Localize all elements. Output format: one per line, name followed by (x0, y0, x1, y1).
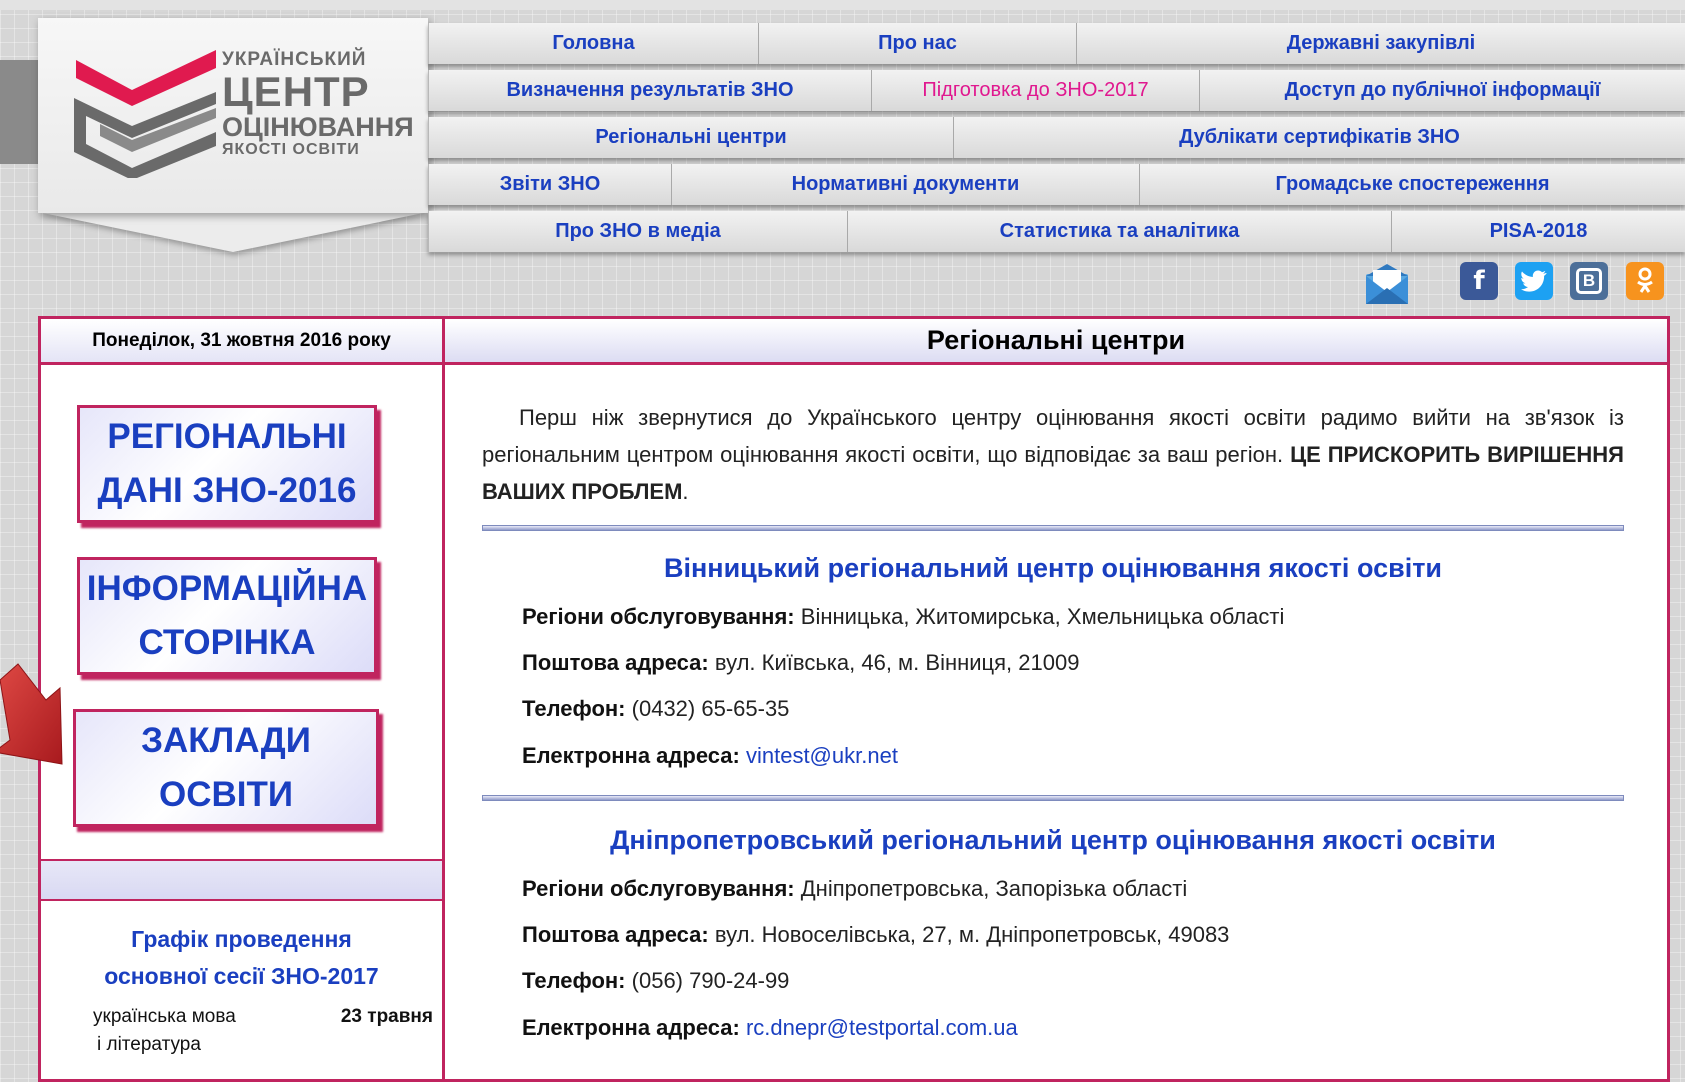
center-phone: Телефон: (056) 790-24-99 (522, 968, 789, 994)
nav-row-5: Про ЗНО в медіа Статистика та аналітика … (428, 211, 1685, 252)
odnoklassniki-icon[interactable] (1626, 262, 1664, 300)
center-email: Електронна адреса: rc.dnepr@testportal.c… (522, 1015, 1018, 1041)
center-phone: Телефон: (0432) 65-65-35 (522, 696, 789, 722)
email-link[interactable]: rc.dnepr@testportal.com.ua (746, 1015, 1018, 1040)
nav-public-observation[interactable]: Громадське спостереження (1140, 164, 1685, 205)
logo-line-4: ЯКОСТІ ОСВІТИ (222, 141, 360, 158)
phone-label: Телефон: (522, 696, 626, 721)
logo-text: УКРАЇНСЬКИЙ ЦЕНТР ОЦІНЮВАННЯ ЯКОСТІ ОСВІ… (222, 50, 414, 158)
center-address: Поштова адреса: вул. Новоселівська, 27, … (522, 922, 1229, 948)
regional-data-button[interactable]: РЕГІОНАЛЬНІ ДАНІ ЗНО-2016 (77, 405, 377, 523)
nav-pisa[interactable]: PISA-2018 (1392, 211, 1685, 252)
nav-row-1: Головна Про нас Державні закупівлі (428, 23, 1685, 64)
address-value: вул. Київська, 46, м. Вінниця, 21009 (714, 650, 1080, 675)
separator (482, 525, 1624, 531)
phone-value: (056) 790-24-99 (631, 968, 790, 993)
nav-results[interactable]: Визначення результатів ЗНО (429, 70, 872, 111)
sidebar-divider-strip (41, 859, 442, 901)
address-label: Поштова адреса: (522, 922, 709, 947)
schedule-date: 23 травня (340, 1006, 433, 1027)
institutions-button[interactable]: ЗАКЛАДИ ОСВІТИ (73, 709, 379, 827)
center-regions: Регіони обслуговування: Дніпропетровська… (522, 876, 1187, 902)
logo-line-1: УКРАЇНСЬКИЙ (222, 49, 367, 70)
nav-row-3: Регіональні центри Дублікати сертифікаті… (428, 117, 1685, 158)
schedule-title-line-1: Графік проведення (131, 926, 352, 952)
regional-data-line-1: РЕГІОНАЛЬНІ (107, 417, 347, 456)
center-address: Поштова адреса: вул. Київська, 46, м. Ві… (522, 650, 1079, 676)
top-band (0, 0, 1685, 10)
facebook-glyph: f (1460, 262, 1498, 300)
info-page-line-1: ІНФОРМАЦІЙНА (86, 569, 368, 608)
logo-ribbon-tail (38, 212, 428, 252)
nav-about[interactable]: Про нас (759, 23, 1077, 64)
phone-label: Телефон: (522, 968, 626, 993)
info-page-button[interactable]: ІНФОРМАЦІЙНА СТОРІНКА (77, 557, 377, 675)
email-label: Електронна адреса: (522, 1015, 740, 1040)
nav-regulations[interactable]: Нормативні документи (672, 164, 1140, 205)
center-regions: Регіони обслуговування: Вінницька, Житом… (522, 604, 1284, 630)
pointer-arrow-icon (0, 663, 63, 765)
page-title: Регіональні центри (445, 319, 1667, 365)
schedule-subject-cont: і література (97, 1034, 201, 1055)
nav-row-4: Звіти ЗНО Нормативні документи Громадськ… (428, 164, 1685, 205)
twitter-icon[interactable] (1515, 262, 1553, 300)
main-navigation: Головна Про нас Державні закупівлі Визна… (428, 23, 1685, 258)
address-value: вул. Новоселівська, 27, м. Дніпропетровс… (714, 922, 1230, 947)
separator (482, 795, 1624, 801)
intro-period: . (682, 479, 689, 504)
left-sidebar: Понеділок, 31 жовтня 2016 року РЕГІОНАЛЬ… (41, 319, 445, 1079)
center-title[interactable]: Вінницький регіональний центр оцінювання… (482, 553, 1624, 584)
nav-row-2: Визначення результатів ЗНО Підготовка до… (428, 70, 1685, 111)
mail-icon[interactable] (1364, 262, 1410, 311)
regions-value: Дніпропетровська, Запорізька області (800, 876, 1188, 901)
schedule-title-line-2: основної сесії ЗНО-2017 (104, 963, 379, 989)
center-title[interactable]: Дніпропетровський регіональний центр оці… (482, 825, 1624, 856)
institutions-line-2: ОСВІТИ (158, 775, 294, 814)
main-panel: Понеділок, 31 жовтня 2016 року РЕГІОНАЛЬ… (38, 316, 1670, 1082)
facebook-icon[interactable]: f (1460, 262, 1498, 300)
logo-line-3: ОЦІНЮВАННЯ (222, 112, 414, 142)
center-email: Електронна адреса: vintest@ukr.net (522, 743, 898, 769)
email-label: Електронна адреса: (522, 743, 740, 768)
intro-paragraph: Перш ніж звернутися до Українського цент… (482, 399, 1624, 510)
current-date: Понеділок, 31 жовтня 2016 року (41, 319, 442, 365)
content-area: Перш ніж звернутися до Українського цент… (482, 399, 1665, 1040)
nav-reports[interactable]: Звіти ЗНО (429, 164, 672, 205)
vkontakte-icon[interactable]: В (1570, 262, 1608, 300)
schedule-title[interactable]: Графік проведення основної сесії ЗНО-201… (41, 921, 442, 995)
nav-procurement[interactable]: Державні закупівлі (1077, 23, 1685, 64)
regions-value: Вінницька, Житомирська, Хмельницька обла… (800, 604, 1285, 629)
nav-public-info[interactable]: Доступ до публічної інформації (1200, 70, 1685, 111)
schedule-row: українська мова і література 23 травня (93, 1006, 433, 1056)
address-label: Поштова адреса: (522, 650, 709, 675)
institutions-line-1: ЗАКЛАДИ (141, 721, 311, 760)
vk-glyph: В (1576, 268, 1602, 294)
nav-certificate-duplicates[interactable]: Дублікати сертифікатів ЗНО (954, 117, 1685, 158)
logo-book-icon (74, 50, 216, 178)
nav-statistics[interactable]: Статистика та аналітика (848, 211, 1392, 252)
phone-value: (0432) 65-65-35 (631, 696, 790, 721)
info-page-line-2: СТОРІНКА (138, 623, 316, 662)
nav-media[interactable]: Про ЗНО в медіа (429, 211, 848, 252)
regions-label: Регіони обслуговування: (522, 604, 795, 629)
regions-label: Регіони обслуговування: (522, 876, 795, 901)
nav-home[interactable]: Головна (429, 23, 759, 64)
email-link[interactable]: vintest@ukr.net (746, 743, 898, 768)
logo-line-2: ЦЕНТР (222, 68, 370, 115)
regional-data-line-2: ДАНІ ЗНО-2016 (97, 471, 357, 510)
nav-preparation[interactable]: Підготовка до ЗНО-2017 (872, 70, 1200, 111)
nav-regional-centers[interactable]: Регіональні центри (429, 117, 954, 158)
